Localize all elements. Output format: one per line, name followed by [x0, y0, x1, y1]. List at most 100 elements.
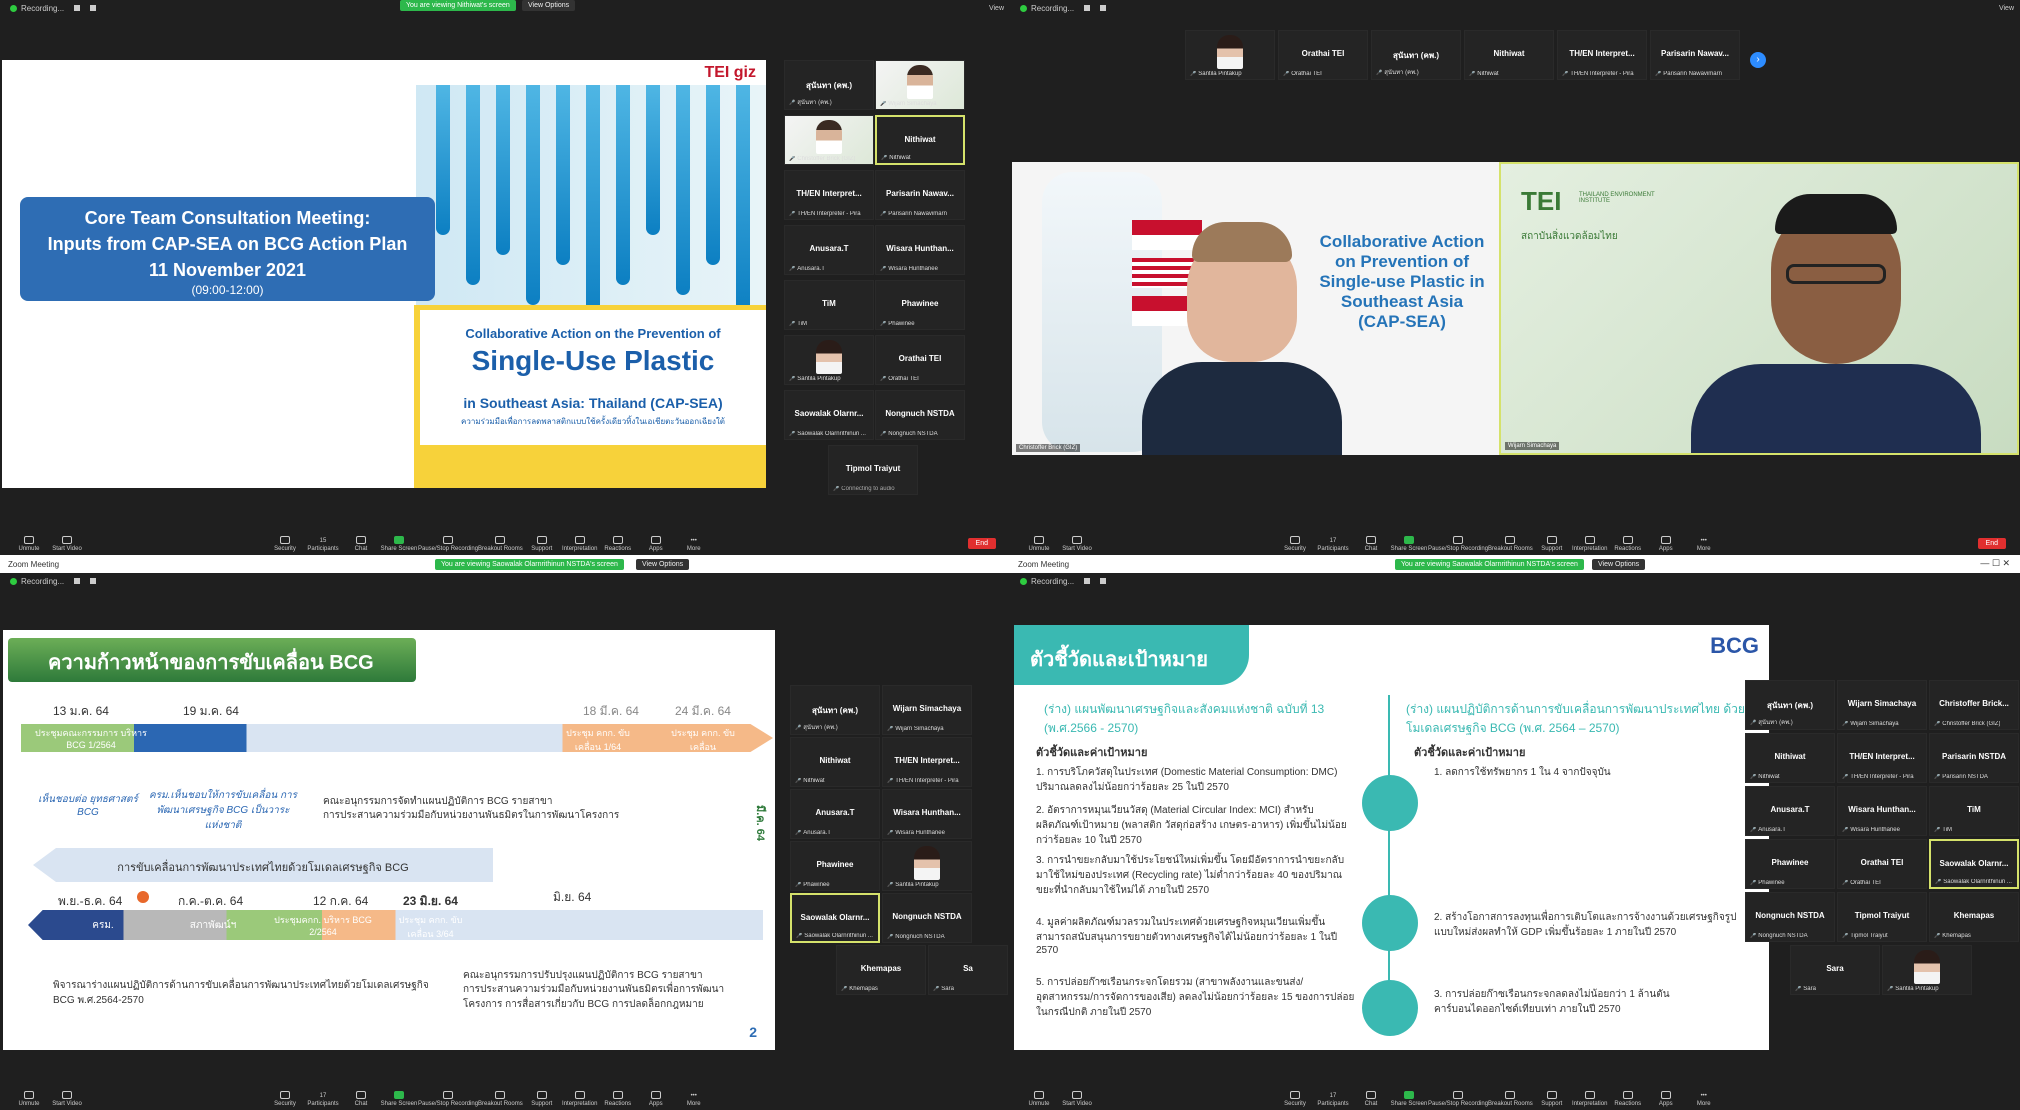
more-button[interactable]: ••• More — [1685, 538, 1723, 552]
participant-tile[interactable]: Parisarin NSTDAParisarin NSTDA — [1929, 733, 2019, 783]
participant-tile[interactable]: NithiwatNithiwat — [790, 737, 880, 787]
chat-button[interactable]: Chat — [1352, 536, 1390, 552]
participant-tile[interactable]: Anusara.TAnusara.T — [1745, 786, 1835, 836]
participant-tile[interactable]: KhemapasKhemapas — [1929, 892, 2019, 942]
breakout-rooms-button[interactable]: Breakout Rooms — [478, 1091, 523, 1107]
stop-recording-icon[interactable] — [90, 578, 97, 584]
participant-tile[interactable]: สุนันทา (คพ.)สุนันทา (คพ.) — [1371, 30, 1461, 80]
pause-recording-button[interactable]: Pause/Stop Recording — [1428, 1091, 1488, 1107]
next-page-arrow-icon[interactable]: › — [1750, 52, 1766, 68]
window-controls[interactable]: — ☐ ✕ — [1980, 558, 2010, 569]
participant-tile[interactable]: TH/EN Interpret...TH/EN Interpreter - Pi… — [882, 737, 972, 787]
share-screen-button[interactable]: Share Screen — [1390, 536, 1428, 552]
participants-button[interactable]: 15 Participants — [304, 538, 342, 552]
video-tile-wijarn[interactable]: TEI THAILAND ENVIRONMENT INSTITUTE สถาบั… — [1499, 162, 2019, 455]
reactions-button[interactable]: Reactions — [1609, 1091, 1647, 1107]
share-screen-button[interactable]: Share Screen — [380, 536, 418, 552]
participant-tile[interactable]: TH/EN Interpret...TH/EN Interpreter - Pi… — [1557, 30, 1647, 80]
participants-button[interactable]: 17 Participants — [1314, 538, 1352, 552]
participant-tile[interactable]: Saowalak Olarnr...Saowalak Olarnrithinun… — [1929, 839, 2019, 889]
reactions-button[interactable]: Reactions — [1609, 536, 1647, 552]
participant-tile[interactable]: PhawineePhawinee — [1745, 839, 1835, 889]
participant-tile[interactable]: Parisarin Nawav...Parisarin Nawavimarn — [1650, 30, 1740, 80]
participant-tile[interactable]: Wisara Hunthan...Wisara Hunthanee — [882, 789, 972, 839]
apps-button[interactable]: Apps — [1647, 536, 1685, 552]
participant-tile[interactable]: SaSara — [928, 945, 1008, 995]
security-button[interactable]: Security — [1276, 536, 1314, 552]
more-button[interactable]: ••• More — [675, 538, 713, 552]
participant-tile[interactable]: สุนันทา (คพ.)สุนันทา (คพ.) — [784, 60, 874, 110]
participant-tile[interactable]: Nongnuch NSTDANongnuch NSTDA — [875, 390, 965, 440]
pause-recording-button[interactable]: Pause/Stop Recording — [1428, 536, 1488, 552]
stop-recording-icon[interactable] — [1100, 578, 1107, 584]
participant-tile[interactable]: Orathai TEIOrathai TEI — [1837, 839, 1927, 889]
view-options-button[interactable]: View Options — [522, 0, 576, 11]
support-button[interactable]: Support — [1533, 1091, 1571, 1107]
participant-tile[interactable]: Tipmol TraiyutTipmol Traiyut — [1837, 892, 1927, 942]
participant-tile[interactable]: Santila Pintakup — [784, 335, 874, 385]
participant-tile[interactable]: TH/EN Interpret...TH/EN Interpreter - Pi… — [784, 170, 874, 220]
view-options-button[interactable]: View Options — [636, 559, 690, 570]
pause-recording-icon[interactable] — [1084, 5, 1091, 11]
participant-tile[interactable]: Nongnuch NSTDANongnuch NSTDA — [882, 893, 972, 943]
security-button[interactable]: Security — [266, 1091, 304, 1107]
participant-tile[interactable]: KhemapasKhemapas — [836, 945, 926, 995]
start-video-button[interactable]: Start Video — [48, 1091, 86, 1107]
participant-tile[interactable]: TiMTiM — [784, 280, 874, 330]
security-button[interactable]: Security — [266, 536, 304, 552]
participant-tile[interactable]: Anusara.TAnusara.T — [784, 225, 874, 275]
breakout-rooms-button[interactable]: Breakout Rooms — [478, 536, 523, 552]
participant-tile[interactable]: Nongnuch NSTDANongnuch NSTDA — [1745, 892, 1835, 942]
apps-button[interactable]: Apps — [637, 536, 675, 552]
apps-button[interactable]: Apps — [637, 1091, 675, 1107]
participant-tile[interactable]: Anusara.TAnusara.T — [790, 789, 880, 839]
pause-recording-button[interactable]: Pause/Stop Recording — [418, 536, 478, 552]
stop-recording-icon[interactable] — [90, 5, 97, 11]
participant-tile[interactable]: PhawineePhawinee — [875, 280, 965, 330]
pause-recording-icon[interactable] — [74, 578, 81, 584]
start-video-button[interactable]: Start Video — [48, 536, 86, 552]
participant-tile[interactable]: Saowalak Olarnr...Saowalak Olarnrithinun… — [784, 390, 874, 440]
security-button[interactable]: Security — [1276, 1091, 1314, 1107]
participant-tile[interactable]: PhawineePhawinee — [790, 841, 880, 891]
unmute-button[interactable]: Unmute — [1020, 536, 1058, 552]
participant-tile[interactable]: Santila Pintakup — [1185, 30, 1275, 80]
participant-tile[interactable]: Santila Pintakup — [1882, 945, 1972, 995]
participant-tile[interactable]: Orathai TEIOrathai TEI — [875, 335, 965, 385]
breakout-rooms-button[interactable]: Breakout Rooms — [1488, 536, 1533, 552]
interpretation-button[interactable]: Interpretation — [1571, 536, 1609, 552]
chat-button[interactable]: Chat — [1352, 1091, 1390, 1107]
participant-tile[interactable]: Christoffer Brick (GIZ) — [784, 115, 874, 165]
participant-tile[interactable]: NithiwatNithiwat — [1745, 733, 1835, 783]
unmute-button[interactable]: Unmute — [10, 536, 48, 552]
participant-tile[interactable]: Saowalak Olarnr...Saowalak Olarnrithinun… — [790, 893, 880, 943]
interpretation-button[interactable]: Interpretation — [561, 1091, 599, 1107]
share-screen-button[interactable]: Share Screen — [1390, 1091, 1428, 1107]
participant-tile[interactable]: Christoffer Brick...Christoffer Brick (G… — [1929, 680, 2019, 730]
pause-recording-icon[interactable] — [74, 5, 81, 11]
participant-tile[interactable]: Orathai TEIOrathai TEI — [1278, 30, 1368, 80]
support-button[interactable]: Support — [523, 536, 561, 552]
participants-button[interactable]: 17 Participants — [1314, 1093, 1352, 1107]
participant-tile[interactable]: Tipmol TraiyutConnecting to audio — [828, 445, 918, 495]
participant-tile[interactable]: Santila Pintakup — [882, 841, 972, 891]
interpretation-button[interactable]: Interpretation — [561, 536, 599, 552]
interpretation-button[interactable]: Interpretation — [1571, 1091, 1609, 1107]
chat-button[interactable]: Chat — [342, 536, 380, 552]
participant-tile[interactable]: สุนันทา (คพ.)สุนันทา (คพ.) — [1745, 680, 1835, 730]
support-button[interactable]: Support — [1533, 536, 1571, 552]
participant-tile[interactable]: Parisarin Nawav...Parisarin Nawavimarn — [875, 170, 965, 220]
unmute-button[interactable]: Unmute — [10, 1091, 48, 1107]
view-button[interactable]: View — [1999, 5, 2014, 12]
participant-tile[interactable]: Wijarn SimachayaWijarn Simachaya — [882, 685, 972, 735]
participant-tile[interactable]: NithiwatNithiwat — [875, 115, 965, 165]
participants-button[interactable]: 17 Participants — [304, 1093, 342, 1107]
view-options-button[interactable]: View Options — [1592, 559, 1646, 570]
more-button[interactable]: ••• More — [1685, 1093, 1723, 1107]
unmute-button[interactable]: Unmute — [1020, 1091, 1058, 1107]
video-tile-christoffer[interactable]: Collaborative Action on Prevention of Sing… — [1012, 162, 1522, 455]
participant-tile[interactable]: NithiwatNithiwat — [1464, 30, 1554, 80]
apps-button[interactable]: Apps — [1647, 1091, 1685, 1107]
pause-recording-button[interactable]: Pause/Stop Recording — [418, 1091, 478, 1107]
more-button[interactable]: ••• More — [675, 1093, 713, 1107]
